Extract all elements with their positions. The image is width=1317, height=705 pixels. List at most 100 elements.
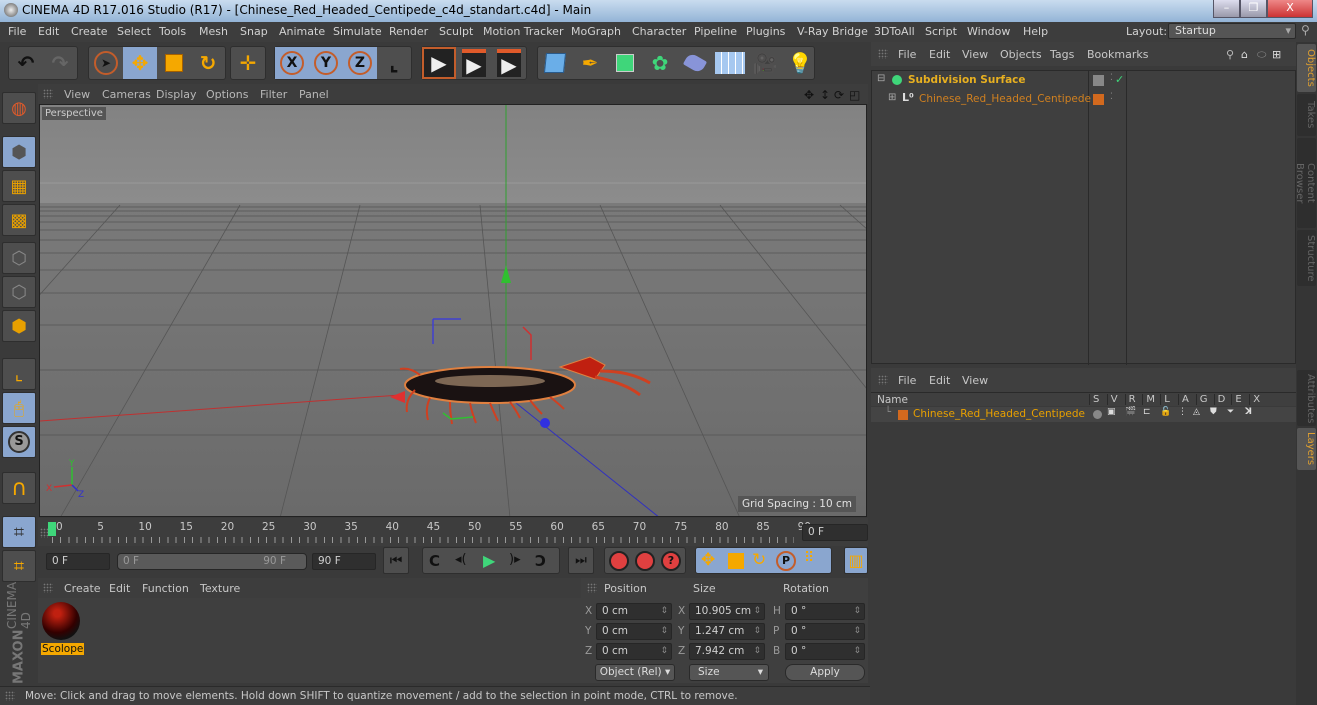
viewport-menu-view[interactable]: View — [64, 88, 90, 101]
key-parameter-icon[interactable]: P — [776, 551, 796, 571]
material-menu-texture[interactable]: Texture — [200, 582, 240, 595]
solo-toggle-icon[interactable] — [1093, 410, 1102, 419]
tab-takes[interactable]: Takes — [1297, 94, 1316, 136]
position-z-field[interactable]: 0 cm — [596, 643, 672, 660]
pan-icon[interactable]: ✥ — [804, 88, 814, 102]
material-item[interactable]: Scolope — [41, 601, 85, 657]
layer-column-r[interactable]: R — [1124, 394, 1136, 405]
om-menu-view[interactable]: View — [962, 48, 988, 61]
position-x-field[interactable]: 0 cm — [596, 603, 672, 620]
layer-column-s[interactable]: S — [1089, 394, 1099, 405]
visibility-toggle-icon[interactable]: ▣ — [1107, 407, 1116, 417]
om-menu-edit[interactable]: Edit — [929, 48, 950, 61]
expressions-toggle-icon[interactable]: ⏷ — [1227, 407, 1234, 417]
rotation-p-field[interactable]: 0 ° — [785, 623, 865, 640]
menu-animate[interactable]: Animate — [279, 25, 325, 38]
camera-label[interactable]: Perspective — [42, 107, 106, 120]
menu-vray-bridge[interactable]: V-Ray Bridge — [797, 25, 868, 38]
menu-sculpt[interactable]: Sculpt — [439, 25, 473, 38]
apply-button[interactable]: Apply — [785, 664, 865, 681]
rotation-h-field[interactable]: 0 ° — [785, 603, 865, 620]
menu-file[interactable]: File — [8, 25, 26, 38]
orbit-icon[interactable]: ⟳ — [834, 88, 844, 102]
maximize-view-icon[interactable]: ◰ — [849, 88, 860, 102]
menu-select[interactable]: Select — [117, 25, 151, 38]
render-settings-icon[interactable]: ▶ — [492, 47, 526, 79]
size-x-field[interactable]: 10.905 cm — [689, 603, 765, 620]
layer-row[interactable]: └ Chinese_Red_Headed_Centipede ▣ 🎬 ⊏ 🔓 ⋮… — [871, 407, 1296, 422]
menu-3dtoall[interactable]: 3DToAll — [874, 25, 915, 38]
panel-grip[interactable] — [43, 89, 53, 99]
layer-column-v[interactable]: V — [1106, 394, 1118, 405]
tweak-mode-icon[interactable]: 🖰 — [2, 392, 36, 424]
om-menu-objects[interactable]: Objects — [1000, 48, 1042, 61]
floor-icon[interactable] — [713, 47, 747, 79]
viewport-menu-options[interactable]: Options — [206, 88, 248, 101]
viewport-menu-cameras[interactable]: Cameras — [102, 88, 151, 101]
menu-mograph[interactable]: MoGraph — [571, 25, 621, 38]
object-name[interactable]: Subdivision Surface — [908, 74, 1026, 86]
playhead[interactable] — [48, 522, 56, 536]
deformers-toggle-icon[interactable]: ⛊ — [1210, 407, 1217, 417]
timeline-window-icon[interactable]: ▥ — [844, 547, 868, 574]
polygons-mode-icon[interactable]: ⬢ — [2, 310, 36, 342]
play-icon[interactable]: ▶ — [483, 551, 495, 570]
viewport-3d[interactable]: Y X Z Perspective Grid Spacing : 10 cm — [39, 104, 867, 517]
y-axis-icon[interactable]: Y — [309, 47, 343, 79]
scene-toggle-icon[interactable]: ⬭ — [1257, 48, 1266, 62]
go-to-start-icon[interactable]: ⏮ — [383, 547, 409, 574]
keyframe-selection-icon[interactable]: ? — [661, 551, 681, 571]
next-key-icon[interactable]: Ↄ — [535, 552, 546, 570]
menu-character[interactable]: Character — [632, 25, 686, 38]
transform-icon[interactable]: ✛ — [231, 47, 265, 79]
editor-visibility-icon[interactable] — [1093, 75, 1104, 86]
tab-structure[interactable]: Structure — [1297, 230, 1316, 286]
animation-toggle-icon[interactable]: ⋮ — [1178, 407, 1187, 417]
render-visibility-dots[interactable]: ⁚ — [1110, 92, 1113, 102]
render-view-icon[interactable]: ▶ — [422, 47, 456, 79]
layer-column-g[interactable]: G — [1195, 394, 1208, 405]
x-axis-icon[interactable]: X — [275, 47, 309, 79]
viewport-menu-panel[interactable]: Panel — [299, 88, 329, 101]
key-scale-icon[interactable] — [728, 553, 744, 569]
layer-column-d[interactable]: D — [1213, 394, 1225, 405]
coordinate-system-icon[interactable]: ⌞ — [377, 47, 411, 79]
record-key-icon[interactable] — [609, 551, 629, 571]
timeline-ruler[interactable]: 051015202530354045505560657075808590 0 F — [38, 518, 868, 546]
next-frame-icon[interactable]: )▸ — [509, 552, 521, 567]
menu-edit[interactable]: Edit — [38, 25, 59, 38]
snap-magnet-icon[interactable]: ∩ — [2, 472, 36, 504]
frame-range-slider[interactable]: 0 F 90 F — [117, 553, 307, 570]
layer-color-swatch[interactable] — [1093, 94, 1104, 105]
panel-grip[interactable] — [43, 583, 53, 593]
manager-toggle-icon[interactable]: ⊏ — [1143, 407, 1151, 417]
layer-color-swatch[interactable] — [898, 410, 908, 420]
camera-icon[interactable]: 🎥 — [748, 47, 782, 79]
material-menu-edit[interactable]: Edit — [109, 582, 130, 595]
workplane-align-icon[interactable]: ⌗ — [2, 550, 36, 582]
z-axis-icon[interactable]: Z — [343, 47, 377, 79]
move-icon[interactable]: ✥ — [123, 47, 157, 79]
workplane-mode-icon[interactable]: ▩ — [2, 204, 36, 236]
panel-grip[interactable] — [587, 583, 597, 593]
size-y-field[interactable]: 1.247 cm — [689, 623, 765, 640]
axis-mode-icon[interactable]: ⌞ — [2, 358, 36, 390]
dolly-icon[interactable]: ↕ — [820, 88, 830, 102]
scale-icon[interactable] — [157, 47, 191, 79]
menu-snap[interactable]: Snap — [240, 25, 268, 38]
menu-plugins[interactable]: Plugins — [746, 25, 785, 38]
object-row[interactable]: ⊟ Subdivision Surface ⁚ ✓ — [872, 72, 1297, 90]
previous-key-icon[interactable]: C — [429, 552, 440, 570]
layer-column-m[interactable]: M — [1142, 394, 1155, 405]
layer-name[interactable]: Chinese_Red_Headed_Centipede — [913, 408, 1085, 420]
viewport-menu-display[interactable]: Display — [156, 88, 197, 101]
current-frame-field[interactable]: 0 F — [802, 524, 868, 541]
menu-render[interactable]: Render — [389, 25, 428, 38]
tab-attributes[interactable]: Attributes — [1297, 370, 1316, 426]
menu-motion-tracker[interactable]: Motion Tracker — [483, 25, 563, 38]
generators-toggle-icon[interactable]: ◬ — [1193, 407, 1200, 417]
layer-column-x[interactable]: X — [1249, 394, 1260, 405]
edges-mode-icon[interactable]: ⬡ — [2, 276, 36, 308]
layer-column-l[interactable]: L — [1160, 394, 1170, 405]
object-row[interactable]: ⊞ L⁰ Chinese_Red_Headed_Centipede ⁚ — [872, 91, 1297, 109]
